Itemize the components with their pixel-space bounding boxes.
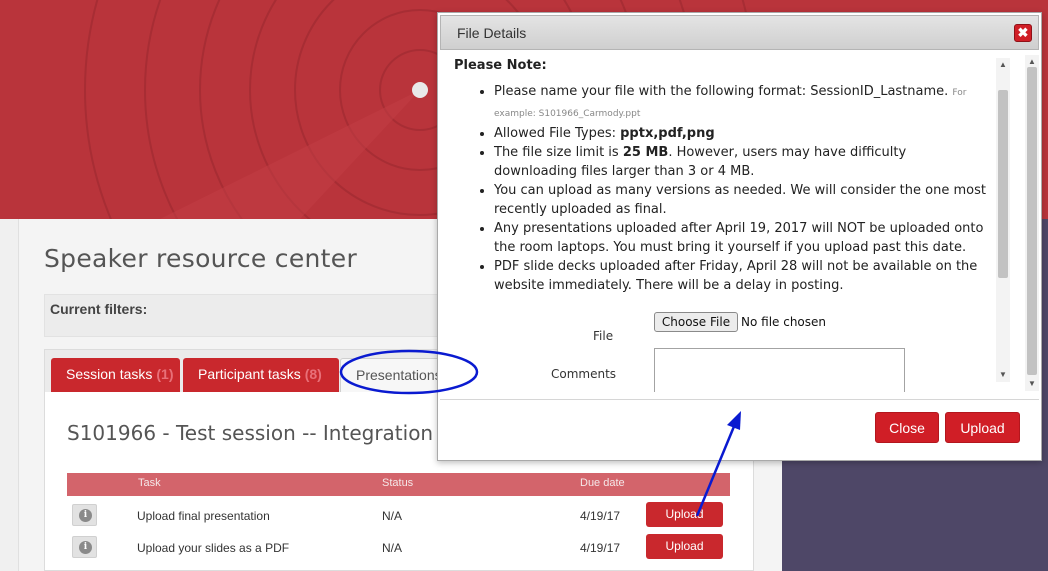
file-details-dialog: File Details ✖ Please Note: Please name … [437, 12, 1042, 461]
note-heading: Please Note: [454, 58, 547, 73]
comments-label: Comments [551, 367, 617, 381]
scroll-down-icon[interactable]: ▼ [996, 369, 1010, 381]
dialog-scroll-content: Please Note: Please name your file with … [441, 58, 1001, 392]
note-item-pdf-delay: PDF slide decks uploaded after Friday, A… [494, 257, 992, 295]
file-status-text: No file chosen [741, 315, 827, 329]
task-due-date: 4/19/17 [580, 541, 621, 555]
file-label: File [593, 329, 614, 343]
close-icon[interactable]: ✖ [1014, 24, 1032, 42]
column-header-due-date: Due date [580, 477, 625, 489]
info-icon: i [79, 509, 92, 522]
upload-button[interactable]: Upload [945, 412, 1020, 443]
task-status: N/A [382, 541, 403, 555]
tab-session-tasks-count: (1) [156, 366, 174, 382]
tab-presentations-label: Presentations [356, 367, 442, 383]
content-scrollbar[interactable]: ▲ ▼ [996, 58, 1010, 382]
note-item-versions: You can upload as many versions as neede… [494, 181, 992, 219]
note-file-types-value: pptx,pdf,png [620, 126, 715, 141]
column-header-status: Status [382, 477, 414, 489]
note-naming-text: Please name your file with the following… [494, 84, 949, 99]
session-title: S101966 - Test session -- Integration & … [67, 421, 493, 445]
scroll-down-icon[interactable]: ▼ [1025, 378, 1039, 390]
note-item-file-types: Allowed File Types: pptx,pdf,png [494, 124, 992, 143]
row-upload-button[interactable]: Upload [646, 534, 723, 559]
tab-participant-tasks[interactable]: Participant tasks (8) [183, 358, 339, 392]
note-list: Please name your file with the following… [477, 82, 992, 295]
note-size-pre: The file size limit is [494, 145, 619, 160]
tab-session-tasks[interactable]: Session tasks (1) [51, 358, 180, 392]
note-size-value: 25 MB [622, 145, 669, 160]
note-item-size-limit: The file size limit is 25 MB. However, u… [494, 143, 992, 181]
tab-participant-tasks-label: Participant tasks [198, 366, 301, 382]
choose-file-button[interactable]: Choose File [654, 312, 738, 332]
scrollbar-thumb[interactable] [998, 90, 1008, 278]
filters-label: Current filters: [50, 301, 148, 317]
task-name: Upload your slides as a PDF [137, 541, 290, 555]
dialog-footer-divider [440, 399, 1039, 400]
task-info-button[interactable]: i [72, 536, 97, 558]
page-title: Speaker resource center [44, 244, 358, 273]
scroll-up-icon[interactable]: ▲ [996, 59, 1010, 71]
scrollbar-thumb[interactable] [1027, 67, 1037, 375]
task-name: Upload final presentation [137, 509, 270, 523]
comments-textarea[interactable] [654, 348, 905, 392]
row-upload-button[interactable]: Upload [646, 502, 723, 527]
close-button[interactable]: Close [875, 412, 939, 443]
info-icon: i [79, 541, 92, 554]
column-header-task: Task [138, 477, 161, 489]
note-item-deadline: Any presentations uploaded after April 1… [494, 219, 992, 257]
task-status: N/A [382, 509, 403, 523]
task-info-button[interactable]: i [72, 504, 97, 526]
dialog-title: File Details [457, 25, 527, 41]
note-item-naming: Please name your file with the following… [494, 82, 992, 124]
note-file-types-label: Allowed File Types: [494, 126, 616, 141]
tab-participant-tasks-count: (8) [304, 366, 322, 382]
dialog-scrollbar[interactable]: ▲ ▼ [1025, 55, 1039, 391]
dialog-titlebar[interactable]: File Details ✖ [440, 15, 1039, 50]
task-due-date: 4/19/17 [580, 509, 621, 523]
tab-session-tasks-label: Session tasks [66, 366, 153, 382]
